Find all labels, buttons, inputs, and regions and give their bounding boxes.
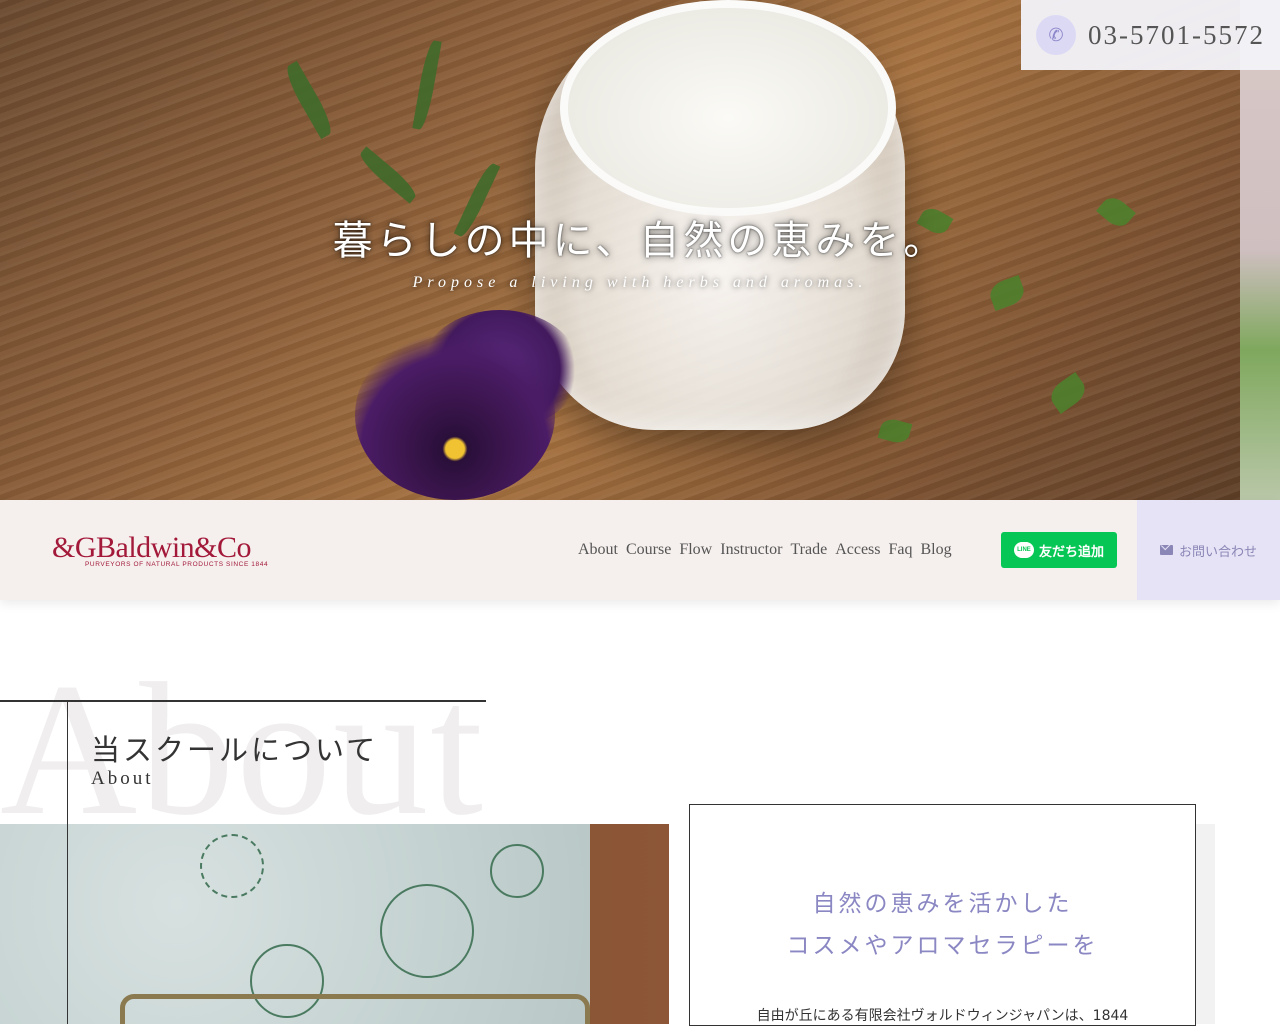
line-button-label: 友だち追加 bbox=[1038, 544, 1104, 560]
nav-item-flow[interactable]: Flow bbox=[679, 540, 712, 560]
mail-icon bbox=[1159, 545, 1173, 555]
nav-item-trade[interactable]: Trade bbox=[790, 540, 827, 560]
line-add-friend-button[interactable]: LINE 友だち追加 bbox=[1001, 532, 1117, 568]
phone-icon: ✆ bbox=[1036, 15, 1076, 55]
about-card-heading-line2: コスメやアロマセラピーを bbox=[786, 933, 1099, 959]
line-icon: LINE bbox=[1013, 542, 1034, 558]
section-divider-vertical bbox=[67, 702, 68, 1024]
pansy-flower bbox=[355, 330, 555, 500]
about-section-title: 当スクールについて bbox=[91, 733, 379, 767]
about-photo bbox=[0, 824, 669, 1024]
hero-headline: 暮らしの中に、自然の恵みを。 bbox=[332, 218, 948, 264]
brand-logo-tagline: PURVEYORS OF NATURAL PRODUCTS SINCE 1844 bbox=[85, 561, 269, 568]
embroidery-motif bbox=[490, 844, 544, 898]
embroidery-motif bbox=[200, 834, 264, 898]
about-card-heading-line1: 自然の恵みを活かした bbox=[812, 891, 1073, 917]
cream-jar-rim bbox=[560, 0, 896, 216]
hero-subline: Propose a living with herbs and aromas. bbox=[412, 274, 868, 291]
pouch-clasp bbox=[120, 994, 590, 1024]
about-section-subtitle: About bbox=[91, 768, 154, 789]
main-nav: About Course Flow Instructor Trade Acces… bbox=[578, 540, 960, 560]
nav-item-course[interactable]: Course bbox=[626, 540, 671, 560]
nav-item-blog[interactable]: Blog bbox=[921, 540, 952, 560]
about-card-text: 自由が丘にある有限会社ヴォルドウィンジャパンは、1844 bbox=[756, 1008, 1129, 1024]
contact-button-label: お問い合わせ bbox=[1178, 544, 1257, 560]
hero-banner: 暮らしの中に、自然の恵みを。 Propose a living with her… bbox=[0, 0, 1280, 500]
contact-button[interactable]: お問い合わせ bbox=[1137, 500, 1280, 600]
nav-item-access[interactable]: Access bbox=[835, 540, 880, 560]
nav-item-about[interactable]: About bbox=[578, 540, 618, 560]
phone-box[interactable]: ✆ 03-5701-5572 bbox=[1021, 0, 1280, 70]
nav-item-instructor[interactable]: Instructor bbox=[720, 540, 782, 560]
section-divider-horizontal bbox=[0, 700, 486, 702]
embroidery-motif bbox=[380, 884, 474, 978]
embroidered-pouch bbox=[0, 824, 590, 1024]
brand-logo[interactable]: &GBaldwin&Co bbox=[52, 531, 252, 565]
phone-number: 03-5701-5572 bbox=[1088, 19, 1265, 50]
nav-item-faq[interactable]: Faq bbox=[889, 540, 913, 560]
